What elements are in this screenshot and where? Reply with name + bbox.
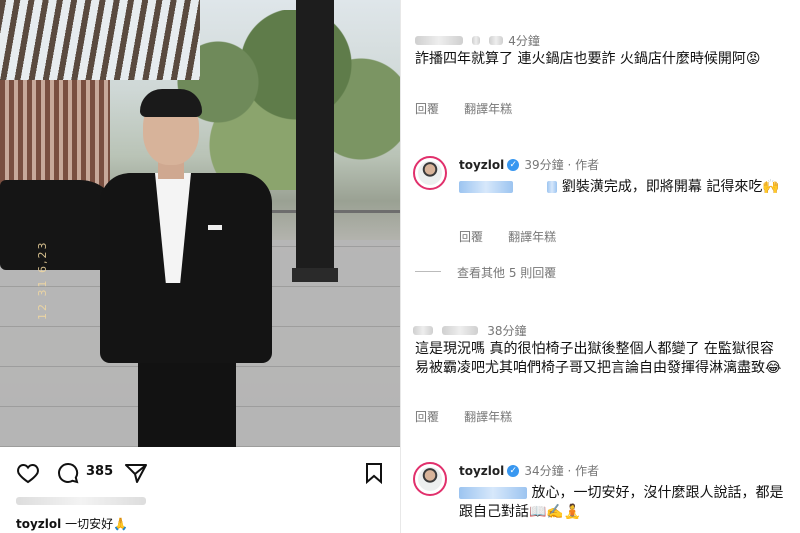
blurred-mention[interactable] [547,181,558,193]
comment-text: 這是現況嗎 真的很怕椅子出獄後整個人都變了 在監獄很容易被霸凌吧尤其咱們椅子哥又… [415,341,782,376]
post-photo: 12 31 6,23 [0,0,400,447]
reply-button[interactable]: 回覆 [459,230,483,244]
reply-button[interactable]: 回覆 [415,410,439,424]
like-count: 385 [86,464,114,479]
avatar[interactable] [413,462,447,496]
comment-actions: 回覆 翻譯年糕 [415,406,512,425]
comment-username[interactable]: toyzlol [459,158,504,172]
verified-badge-icon: ✓ [507,464,520,477]
blurred-username [472,36,481,45]
blurred-text [16,497,146,505]
person-hair [140,89,202,117]
person-pocket-square [208,225,222,230]
comment-time: 34分鐘 [524,464,564,478]
avatar-image [418,467,442,491]
pillar-base [292,268,338,282]
view-more-replies-label[interactable]: 查看其他 5 則回覆 [457,264,556,281]
background-pergola [0,0,200,80]
blurred-mention[interactable] [459,487,527,499]
blurred-username [442,326,479,335]
comment-text: 劉裝潢完成，即將開幕 記得來吃🙌 [459,178,787,197]
comment-header: toyzlol ✓ 39分鐘 · 作者 [459,158,600,172]
translate-button[interactable]: 翻譯年糕 [464,102,512,116]
blurred-username [489,36,504,45]
photo-date-watermark: 12 31 6,23 [36,240,49,320]
comment-header: 38分鐘 [413,320,526,339]
post-actions-bar: 385 [0,447,400,497]
caption-username[interactable]: toyzlol [16,517,61,531]
translate-button[interactable]: 翻譯年糕 [508,230,556,244]
caption-text: 一切安好🙏 [65,517,129,531]
comment-text: 詐播四年就算了 連火鍋店也要詐 火鍋店什麼時候開阿😡 [415,51,761,67]
post-caption: toyzlol 一切安好🙏 [16,515,128,532]
comment-icon[interactable] [56,461,80,485]
comment-time: 38分鐘 [487,324,527,338]
blurred-mention[interactable] [459,181,513,193]
background-pillar [296,0,334,282]
verified-badge-icon: ✓ [507,158,520,171]
bookmark-icon[interactable] [362,461,386,485]
comments-panel: 4分鐘 詐播四年就算了 連火鍋店也要詐 火鍋店什麼時候開阿😡 回覆 翻譯年糕 t… [401,0,800,533]
avatar-image [418,161,442,185]
comment-text: 放心，一切安好，沒什麼跟人說話，都是跟自己對話📖✍️🧘 [459,484,787,522]
author-label: 作者 [575,464,600,478]
comment-body: 劉裝潢完成，即將開幕 記得來吃🙌 [561,179,780,195]
comment-username[interactable]: toyzlol [459,464,504,478]
reply-button[interactable]: 回覆 [415,102,439,116]
blurred-username [415,36,463,45]
person-in-suit [100,89,280,447]
comment-time: 39分鐘 [524,158,564,172]
heart-icon[interactable] [16,461,40,485]
share-icon[interactable] [124,461,148,485]
avatar[interactable] [413,156,447,190]
author-label: 作者 [575,158,600,172]
post-panel: 12 31 6,23 385 toyzlol 一切安好🙏 [0,0,400,533]
blurred-username [413,326,433,335]
translate-button[interactable]: 翻譯年糕 [464,410,512,424]
comment-actions: 回覆 翻譯年糕 [459,226,556,245]
comment-header: 4分鐘 [415,30,540,49]
comment-actions: 回覆 翻譯年糕 [415,98,512,117]
comment-header: toyzlol ✓ 34分鐘 · 作者 [459,464,600,478]
view-more-line [415,271,441,272]
background-wall [0,60,110,200]
comment-time: 4分鐘 [508,34,540,48]
